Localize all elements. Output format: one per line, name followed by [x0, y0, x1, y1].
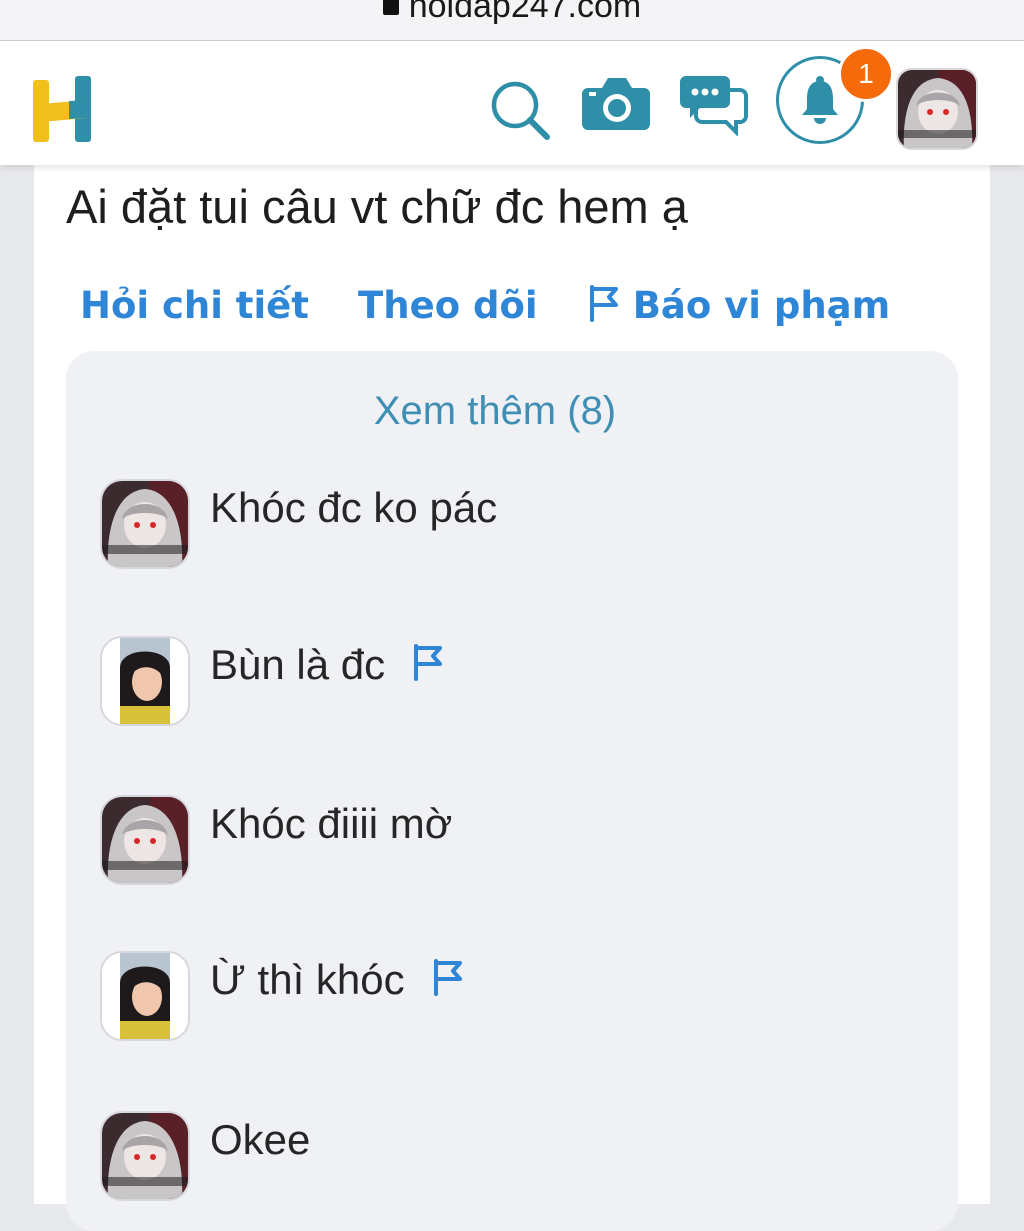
question-text: Ai đặt tui câu vt chữ đc hem ạ	[66, 180, 688, 233]
search-icon[interactable]	[488, 78, 552, 142]
comment-text: Okee	[210, 1116, 311, 1163]
comment-text: Ừ thì khóc	[210, 955, 465, 1007]
report-flag-icon[interactable]	[411, 642, 445, 692]
ask-detail-link[interactable]: Hỏi chi tiết	[80, 281, 309, 331]
question-actions: Hỏi chi tiết Theo dõi Báo vi phạm	[80, 281, 890, 331]
notification-badge: 1	[838, 46, 894, 102]
girl-photo-avatar[interactable]	[100, 636, 190, 726]
url-text: hoidap247.com	[408, 0, 642, 25]
comment-text: Khóc đc ko pác	[210, 484, 498, 531]
camera-icon[interactable]	[580, 72, 652, 134]
comment-text: Bùn là đc	[210, 640, 445, 692]
report-label: Báo vi phạm	[632, 284, 891, 327]
browser-url-bar[interactable]: hoidap247.com	[0, 0, 1024, 41]
anime-avatar[interactable]	[100, 1111, 190, 1201]
question-card: Ai đặt tui câu vt chữ đc hem ạ Hỏi chi t…	[34, 165, 990, 1231]
bell-icon	[802, 76, 838, 124]
user-avatar[interactable]	[896, 68, 978, 150]
girl-photo-avatar[interactable]	[100, 951, 190, 1041]
comments-panel: Xem thêm (8) Khóc đc ko pác Bùn là đc Kh…	[66, 351, 958, 1231]
report-link[interactable]: Báo vi phạm	[587, 281, 891, 331]
report-flag-icon[interactable]	[431, 957, 465, 1007]
flag-icon	[589, 285, 618, 322]
comment-text: Khóc điiii mờ	[210, 800, 453, 847]
chat-icon[interactable]	[678, 72, 750, 137]
follow-link[interactable]: Theo dõi	[358, 281, 538, 331]
lock-icon	[382, 0, 399, 15]
hoidap247-logo[interactable]	[31, 74, 95, 144]
see-more-comments-link[interactable]: Xem thêm (8)	[66, 389, 924, 434]
anime-avatar[interactable]	[100, 795, 190, 885]
url-text-container: hoidap247.com	[0, 0, 1024, 26]
site-header: 1	[0, 41, 1024, 165]
anime-avatar[interactable]	[100, 479, 190, 569]
